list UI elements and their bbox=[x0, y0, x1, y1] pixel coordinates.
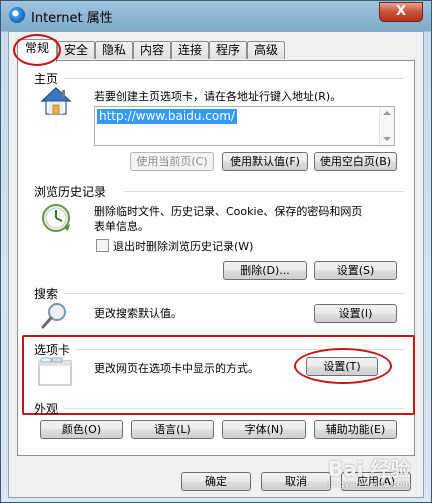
cancel-button[interactable]: 取消 bbox=[261, 472, 331, 491]
tab-programs[interactable]: 程序 bbox=[209, 41, 247, 59]
delete-history-button[interactable]: 删除(D)... bbox=[223, 261, 307, 280]
use-default-button[interactable]: 使用默认值(F) bbox=[222, 152, 308, 171]
search-group-title: 搜索 bbox=[34, 287, 59, 301]
baidu-jingyan-watermark: Bai 经验 jingyan.baidu.com bbox=[328, 453, 411, 490]
colors-button[interactable]: 颜色(O) bbox=[40, 420, 123, 439]
history-description-line-1: 删除临时文件、历史记录、Cookie、保存的密码和网页 bbox=[94, 205, 363, 218]
homepage-address-box[interactable]: http://www.baidu.com/ bbox=[94, 106, 395, 146]
general-panel: 主页 若要创建主页选项卡，请在各地址行键入地址(R)。 http://www.b… bbox=[17, 60, 415, 456]
appearance-group-title: 外观 bbox=[34, 402, 59, 416]
fonts-button[interactable]: 字体(N) bbox=[222, 420, 306, 439]
search-settings-button[interactable]: 设置(I) bbox=[314, 304, 397, 323]
group-divider bbox=[124, 191, 404, 192]
title-bar[interactable]: Internet 属性 X bbox=[1, 1, 431, 29]
watermark-brand: Bai 经验 bbox=[327, 457, 411, 481]
homepage-description: 若要创建主页选项卡，请在各地址行键入地址(R)。 bbox=[94, 90, 342, 103]
tab-security[interactable]: 安全 bbox=[57, 41, 95, 59]
history-description-line-2: 表单信息。 bbox=[94, 220, 149, 233]
ok-button[interactable]: 确定 bbox=[181, 472, 251, 491]
internet-options-window: Internet 属性 X 常规 安全 隐私 内容 连接 程序 高级 主页 若要… bbox=[0, 0, 432, 503]
tab-privacy[interactable]: 隐私 bbox=[95, 41, 133, 59]
use-current-button[interactable]: 使用当前页(C) bbox=[130, 152, 214, 171]
homepage-group-title: 主页 bbox=[34, 72, 59, 86]
group-divider bbox=[64, 293, 404, 294]
window-title: Internet 属性 bbox=[31, 11, 113, 26]
tabs-group-title: 选项卡 bbox=[34, 343, 71, 357]
highlight-ellipse-general-tab bbox=[13, 34, 61, 66]
address-scrollbar[interactable] bbox=[379, 107, 394, 145]
history-group-title: 浏览历史记录 bbox=[34, 185, 107, 199]
highlight-ellipse-tabs-settings bbox=[294, 348, 392, 384]
tab-content[interactable]: 内容 bbox=[133, 41, 171, 59]
delete-on-exit-checkbox[interactable] bbox=[96, 239, 109, 252]
tabbed-window-icon bbox=[38, 357, 72, 386]
delete-on-exit-label[interactable]: 退出时删除浏览历史记录(W) bbox=[113, 238, 253, 254]
house-icon bbox=[40, 87, 72, 115]
scroll-up-icon[interactable] bbox=[383, 111, 391, 115]
scroll-down-icon[interactable] bbox=[383, 137, 391, 141]
group-divider bbox=[64, 78, 404, 79]
search-description: 更改搜索默认值。 bbox=[94, 307, 182, 320]
magnifier-icon bbox=[41, 303, 66, 329]
history-settings-button[interactable]: 设置(S) bbox=[314, 261, 397, 280]
history-clock-icon bbox=[42, 204, 70, 232]
tabs-description: 更改网页在选项卡中显示的方式。 bbox=[94, 362, 259, 375]
internet-explorer-icon bbox=[9, 7, 25, 23]
accessibility-button[interactable]: 辅助功能(E) bbox=[314, 420, 397, 439]
homepage-url[interactable]: http://www.baidu.com/ bbox=[97, 109, 237, 124]
group-divider bbox=[64, 408, 404, 409]
watermark-url: jingyan.baidu.com bbox=[327, 480, 411, 490]
tab-connections[interactable]: 连接 bbox=[171, 41, 209, 59]
use-blank-button[interactable]: 使用空白页(B) bbox=[314, 152, 397, 171]
close-button[interactable]: X bbox=[379, 2, 423, 22]
tab-advanced[interactable]: 高级 bbox=[247, 41, 285, 59]
dialog-body: 常规 安全 隐私 内容 连接 程序 高级 主页 若要创建主页选项卡，请在各地址行… bbox=[8, 31, 424, 498]
languages-button[interactable]: 语言(L) bbox=[131, 420, 214, 439]
